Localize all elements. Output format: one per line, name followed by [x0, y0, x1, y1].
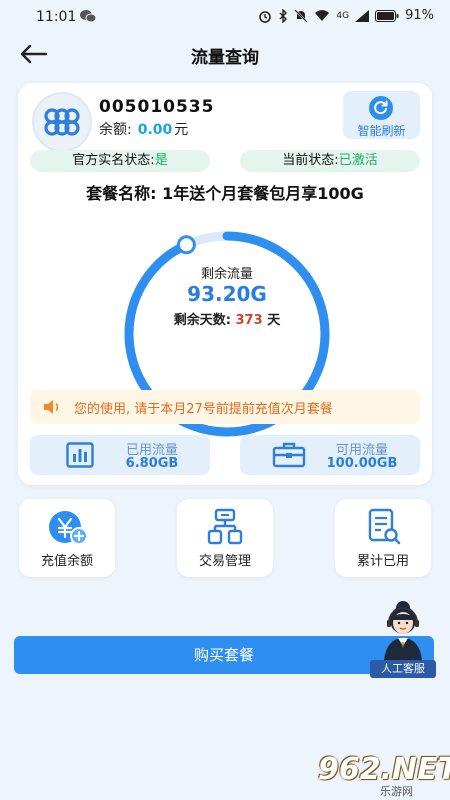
used-data-stat: 已用流量 6.80GB	[30, 435, 210, 475]
site-watermark: 962.NET 乐游网	[308, 752, 450, 798]
watermark-subtext: 乐游网	[380, 785, 413, 798]
transaction-management-button[interactable]: 交易管理	[177, 499, 273, 577]
realname-status-badge: 官方实名状态:是	[30, 150, 210, 172]
wifi-icon	[315, 10, 330, 21]
briefcase-icon	[272, 442, 306, 468]
remaining-days-unit: 天	[267, 313, 281, 328]
notice-banner: 您的使用, 请于本月27号前提前充值次月套餐	[30, 390, 420, 424]
report-search-icon	[368, 508, 401, 545]
signal-type: 4G	[336, 10, 350, 21]
used-data-value: 6.80GB	[125, 456, 179, 471]
transaction-icon	[207, 508, 243, 545]
recharge-balance-button[interactable]: 充值余额	[19, 499, 115, 577]
account-card: 005010535 余额: 0.00 元 智能刷新 官方实名状态:是 当前状态:已激…	[18, 83, 432, 485]
phone-number: 005010535	[99, 97, 215, 117]
refresh-label: 智能刷新	[357, 124, 406, 138]
package-name: 套餐名称: 1年送个月套餐包月享100G	[86, 184, 364, 203]
battery-percent: 91%	[405, 8, 434, 23]
remaining-days-value: 373	[235, 313, 263, 328]
watermark-text: 962.NET	[318, 752, 450, 787]
balance-value: 0.00	[137, 122, 173, 138]
yen-add-icon	[49, 511, 88, 545]
remaining-days: 剩余天数: 373 天	[118, 309, 336, 328]
available-data-stat: 可用流量 100.00GB	[240, 435, 420, 475]
agent-avatar-icon	[384, 601, 422, 660]
ring-knob	[176, 235, 196, 255]
remaining-data-value: 93.20G	[187, 282, 267, 306]
customer-service-label: 人工客服	[370, 660, 436, 678]
realname-label: 官方实名状态:	[72, 153, 155, 168]
top-bar: 流量查询	[0, 34, 450, 78]
cumulative-usage-button[interactable]: 累计已用	[335, 499, 431, 577]
page-title: 流量查询	[191, 48, 259, 68]
current-status-label: 当前状态:	[282, 153, 339, 168]
available-data-value: 100.00GB	[326, 456, 398, 471]
cumulative-usage-label: 累计已用	[356, 554, 409, 569]
bluetooth-icon	[279, 8, 288, 23]
current-status-badge: 当前状态:已激活	[240, 150, 420, 172]
remaining-data-label: 剩余流量	[200, 267, 253, 282]
speaker-icon	[44, 400, 59, 414]
smart-refresh-button[interactable]: 智能刷新	[343, 91, 420, 139]
alarm-icon	[259, 10, 272, 23]
notice-text: 您的使用, 请于本月27号前提前充值次月套餐	[74, 402, 333, 417]
refresh-icon	[369, 96, 393, 120]
status-bar: 11:01 4G 91%	[0, 0, 450, 34]
signal-icon	[355, 9, 370, 22]
realname-value: 是	[154, 153, 168, 168]
wechat-notification-icon	[80, 10, 96, 23]
bar-chart-icon	[66, 442, 94, 468]
current-status-value: 已激活	[338, 153, 378, 168]
transaction-management-label: 交易管理	[198, 554, 251, 569]
recharge-balance-label: 充值余额	[40, 554, 93, 569]
status-icons: 4G 91%	[258, 8, 434, 23]
unicom-knot-icon	[44, 108, 80, 136]
balance-label: 余额:	[99, 122, 132, 138]
balance-unit: 元	[174, 122, 189, 138]
battery-icon	[375, 9, 399, 22]
status-time: 11:01	[36, 9, 77, 25]
mute-icon	[294, 8, 309, 23]
customer-service-button[interactable]: 人工客服	[370, 598, 436, 678]
remaining-days-label: 剩余天数:	[173, 313, 231, 328]
balance-row: 余额: 0.00 元	[99, 119, 188, 139]
carrier-logo	[32, 92, 92, 152]
